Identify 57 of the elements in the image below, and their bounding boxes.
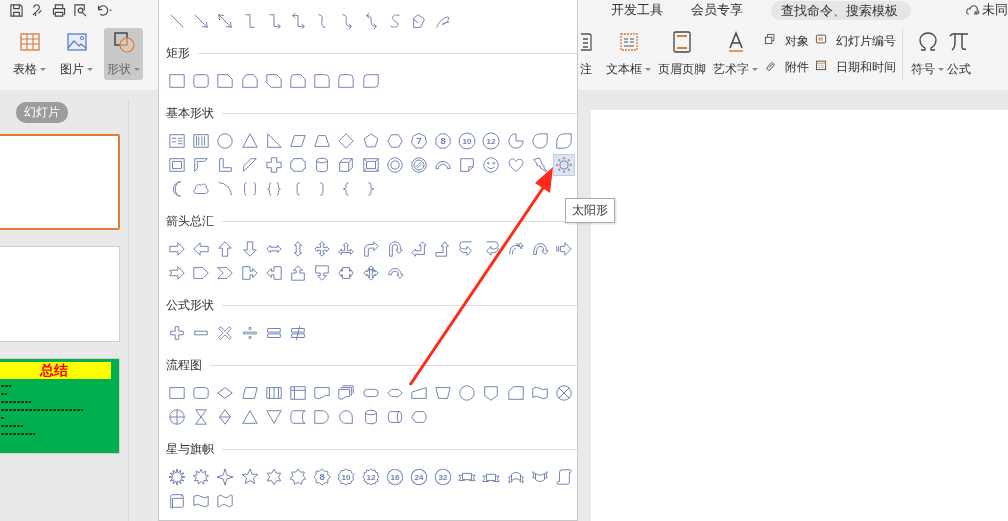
section-title: 星与旗帜 — [166, 440, 214, 458]
vertical-scroll-icon[interactable] — [553, 466, 575, 488]
explosion-icon[interactable] — [166, 466, 188, 488]
menu-tab[interactable]: 会员专享 — [691, 1, 743, 19]
symbol-button[interactable]: 符号 — [910, 28, 945, 80]
note-icon — [580, 33, 592, 51]
slide-thumbnail[interactable]: 总结 — [0, 358, 120, 454]
caret-icon — [645, 68, 651, 71]
section-title: 流程图 — [166, 356, 202, 374]
star-thirty-two-icon[interactable]: 32 — [432, 466, 455, 488]
star-sixteen-icon[interactable]: 16 — [383, 466, 406, 488]
wordart-button[interactable]: 艺术字 — [710, 28, 761, 80]
menu-tab[interactable]: 开发工具 — [611, 1, 663, 19]
summing-junction-icon[interactable] — [553, 382, 575, 404]
print-preview-icon[interactable] — [74, 3, 87, 17]
object-button[interactable]: 对象 — [764, 32, 809, 50]
search-field[interactable]: 查找命令、搜索模板 — [771, 0, 911, 20]
cloud-icon[interactable] — [966, 4, 980, 16]
shape-icon — [111, 30, 136, 54]
slide-thumbnail[interactable] — [0, 134, 120, 230]
slide-thumbnail[interactable] — [0, 246, 120, 342]
datetime-button[interactable]: 日期和时间 — [815, 58, 896, 76]
textbox-button[interactable]: 文本框 — [603, 28, 654, 80]
star-eight-icon[interactable]: 8 — [311, 466, 334, 488]
header-footer-button[interactable]: 页眉页脚 — [655, 28, 709, 80]
caret-icon — [134, 68, 140, 71]
slide-title: 总结 — [0, 362, 111, 379]
print-icon[interactable] — [52, 3, 66, 17]
header-footer-icon — [670, 30, 694, 54]
dodecagon-icon[interactable]: 12 — [480, 130, 503, 152]
star-seven-icon[interactable] — [286, 466, 309, 488]
caret-icon — [752, 68, 758, 71]
save-icon[interactable] — [10, 3, 23, 17]
star-four-icon[interactable] — [214, 466, 237, 488]
attachment-button[interactable]: 附件 — [764, 58, 809, 76]
caret-icon — [938, 68, 944, 71]
caret-icon — [87, 68, 93, 71]
section-title: 箭头总汇 — [166, 212, 214, 230]
star-twelve-icon[interactable]: 12 — [359, 466, 382, 488]
formula-button[interactable]: 公式 — [946, 28, 972, 80]
shape-button[interactable]: 形状 — [104, 28, 143, 80]
leaf-icon[interactable] — [553, 130, 575, 152]
picture-icon — [64, 30, 89, 54]
section-title: 公式形状 — [166, 296, 214, 314]
section-title: 矩形 — [166, 44, 190, 62]
table-button[interactable]: 表格 — [10, 28, 49, 80]
section-title: 基本形状 — [166, 104, 214, 122]
slide-number-button[interactable]: 幻灯片编号 — [815, 32, 896, 50]
sync-status: 未同 — [982, 1, 1008, 19]
share-icon[interactable] — [31, 3, 44, 17]
star-twenty-four-icon[interactable]: 24 — [407, 466, 430, 488]
or-icon[interactable] — [166, 406, 188, 428]
table-icon — [17, 30, 42, 54]
note-button[interactable]: 注 — [580, 28, 592, 80]
sun-icon[interactable] — [553, 154, 575, 176]
picture-button[interactable]: 图片 — [57, 28, 96, 80]
caret-icon — [40, 68, 46, 71]
